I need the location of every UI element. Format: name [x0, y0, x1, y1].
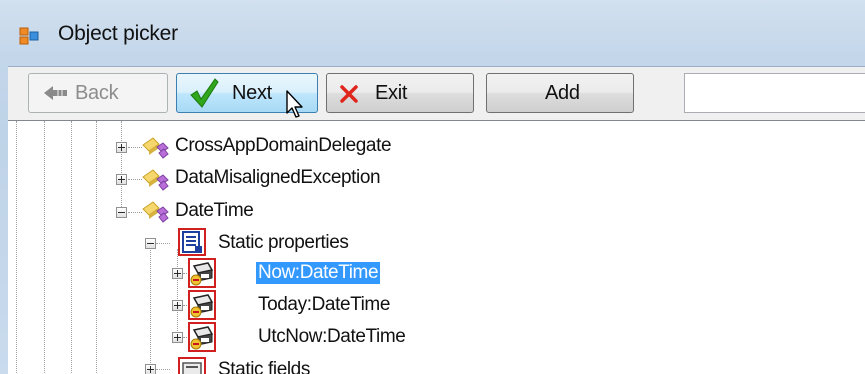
next-label: Next	[232, 82, 272, 104]
exit-label: Exit	[375, 82, 408, 104]
node-label: CrossAppDomainDelegate	[175, 135, 392, 156]
back-button[interactable]: Back	[28, 73, 168, 113]
object-tree[interactable]: CrossAppDomainDelegate DataMisalignedExc…	[8, 120, 865, 374]
tree-guide-line	[44, 121, 45, 374]
expand-icon[interactable]	[172, 268, 183, 279]
back-arrow-icon	[44, 86, 67, 100]
checkmark-icon	[190, 78, 219, 108]
object-picker-window: Object picker Back Next Exit Add CrossAp…	[0, 0, 865, 374]
tree-guide-line	[96, 121, 97, 374]
close-icon	[340, 85, 358, 103]
app-icon	[19, 27, 39, 45]
expand-icon[interactable]	[145, 364, 156, 374]
window-title: Object picker	[58, 22, 178, 45]
tree-guide-line	[16, 121, 17, 374]
collapse-icon[interactable]	[145, 238, 156, 249]
back-label: Back	[75, 82, 119, 104]
expand-icon[interactable]	[172, 332, 183, 343]
tree-guide-line	[156, 243, 170, 244]
node-label: Today:DateTime	[258, 294, 391, 315]
title-bar[interactable]: Object picker	[0, 0, 865, 66]
tree-guide-line	[150, 247, 151, 374]
search-input[interactable]	[684, 73, 865, 113]
next-button[interactable]: Next	[176, 73, 318, 113]
tree-guide-line	[121, 121, 122, 217]
expand-icon[interactable]	[172, 300, 183, 311]
tree-guide-line	[156, 369, 170, 370]
node-label: UtcNow:DateTime	[258, 326, 406, 347]
property-icon	[188, 322, 216, 352]
add-label: Add	[545, 82, 580, 104]
static-fields-icon	[178, 357, 206, 374]
node-label: DataMisalignedException	[175, 167, 381, 188]
static-properties-icon	[178, 228, 206, 256]
tree-guide-line	[177, 249, 178, 339]
property-icon	[188, 258, 216, 288]
class-icon	[142, 137, 169, 159]
exit-button[interactable]: Exit	[326, 73, 474, 113]
node-label: Static fields	[218, 359, 310, 374]
property-icon	[188, 290, 216, 320]
node-label: DateTime	[175, 200, 254, 221]
expand-icon[interactable]	[116, 174, 127, 185]
tree-guide-line	[71, 121, 72, 374]
class-icon	[142, 201, 169, 223]
toolbar: Back Next Exit Add	[8, 66, 865, 121]
class-icon	[142, 169, 169, 191]
collapse-icon[interactable]	[116, 207, 127, 218]
tree-guide-line	[128, 179, 142, 180]
node-label: Static properties	[218, 232, 349, 253]
add-button[interactable]: Add	[486, 73, 634, 113]
tree-guide-line	[128, 147, 142, 148]
expand-icon[interactable]	[116, 142, 127, 153]
node-label: Now:DateTime	[256, 262, 381, 284]
tree-guide-line	[128, 212, 142, 213]
